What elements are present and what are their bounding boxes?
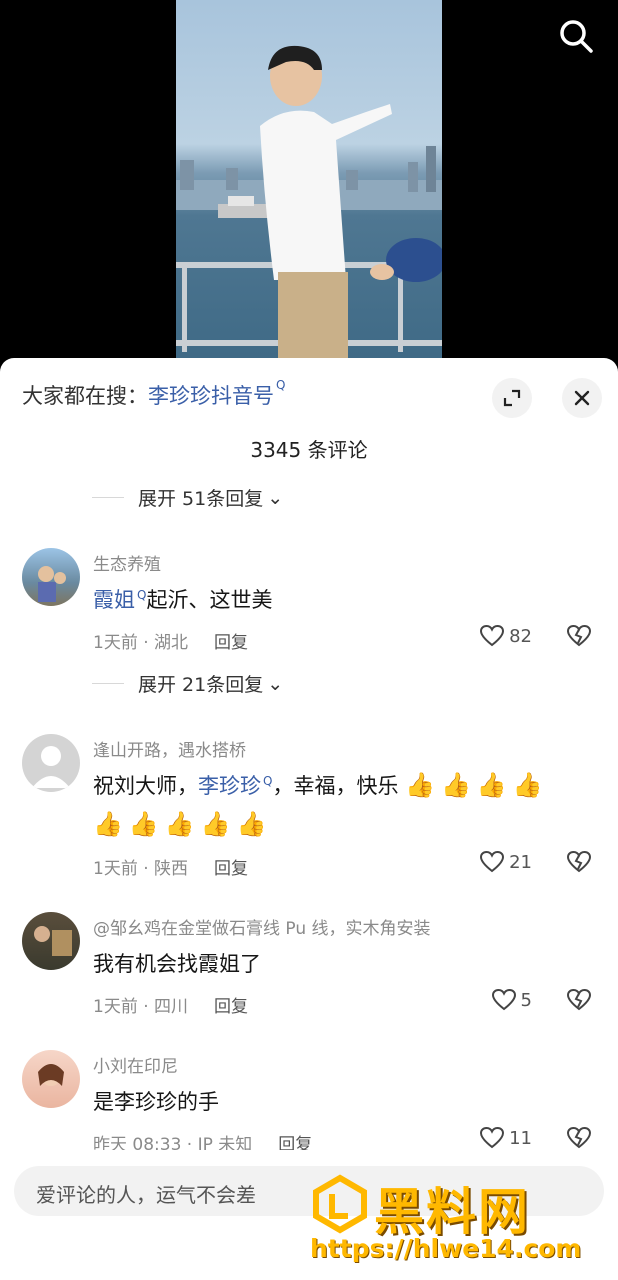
close-button[interactable] (562, 378, 602, 418)
comment-text-rest: 起沂、这世美 (146, 588, 273, 612)
comment-author[interactable]: 生态养殖 (93, 550, 161, 575)
heart-icon (480, 624, 505, 647)
thumbs-up-emoji: 👍 (476, 771, 507, 799)
broken-heart-icon (566, 624, 592, 647)
reply-button[interactable]: 回复 (214, 997, 248, 1017)
comment-sheet: 大家都在搜： 李珍珍抖音号 Q 3345 条评论 展开 51条回复 ⌄ 生态养殖… (0, 358, 618, 1280)
expand-label: 展开 51条回复 (138, 488, 264, 510)
chevron-down-icon: ⌄ (267, 672, 284, 695)
dislike-button[interactable] (566, 850, 592, 878)
like-count: 11 (509, 1127, 532, 1149)
search-sup-icon: Q (276, 378, 286, 392)
like-button[interactable]: 82 (479, 624, 532, 648)
search-hint-keyword[interactable]: 李珍珍抖音号 (148, 380, 274, 410)
mention-link[interactable]: 李珍珍 (198, 774, 261, 798)
like-count: 5 (520, 989, 532, 1011)
comment-author[interactable]: 逢山开路，遇水搭桥 (93, 736, 246, 761)
comment-author[interactable]: 小刘在印尼 (93, 1052, 178, 1077)
watermark: 黑料网 https://hlwe14.com (306, 1168, 606, 1272)
comment-text: 我有机会找霞姐了 (93, 952, 261, 976)
comment-text-line2: 👍 👍 👍 👍 👍 (93, 810, 272, 838)
collapse-icon (503, 389, 521, 407)
thumbs-up-emoji: 👍 (128, 810, 159, 838)
dislike-button[interactable] (566, 624, 592, 652)
watermark-url: https://hlwe14.com (310, 1234, 582, 1263)
comment-input-placeholder: 爱评论的人，运气不会差 (36, 1183, 256, 1207)
expand-replies-button[interactable]: 展开 51条回复 ⌄ (92, 484, 283, 511)
search-suggestion[interactable]: 大家都在搜： 李珍珍抖音号 Q (22, 378, 286, 410)
divider (92, 497, 124, 498)
chevron-down-icon: ⌄ (267, 486, 284, 509)
comment-time-location: 1天前 · 陕西 (93, 859, 189, 879)
like-count: 21 (509, 851, 532, 873)
collapse-button[interactable] (492, 378, 532, 418)
thumbs-up-emoji: 👍 (200, 810, 231, 838)
comment-meta: 1天前 · 四川 回复 (93, 992, 248, 1017)
thumbs-up-emoji: 👍 (164, 810, 195, 838)
avatar[interactable] (22, 548, 80, 606)
divider (92, 683, 124, 684)
comment-text: 霞姐 Q起沂、这世美 (93, 584, 272, 614)
avatar[interactable] (22, 734, 80, 792)
like-button[interactable]: 21 (479, 850, 532, 874)
expand-replies-button[interactable]: 展开 21条回复 ⌄ (92, 670, 283, 697)
comment-text-rest: ，幸福，快乐 (272, 774, 399, 798)
thumbs-up-emoji: 👍 (93, 810, 123, 838)
comment-time-location: 1天前 · 四川 (93, 997, 189, 1017)
like-count: 82 (509, 625, 532, 647)
comment-meta: 1天前 · 湖北 回复 (93, 628, 248, 653)
heart-icon (480, 1126, 505, 1149)
thumbs-up-emoji: 👍 (236, 810, 267, 838)
search-hint-prefix: 大家都在搜： (22, 384, 148, 408)
like-button[interactable]: 5 (491, 988, 532, 1012)
watermark-logo (313, 1174, 367, 1234)
mention-link[interactable]: 霞姐 (93, 588, 135, 612)
heart-icon (480, 850, 505, 873)
dislike-button[interactable] (566, 988, 592, 1016)
comment-count: 3345 条评论 (250, 438, 368, 462)
avatar[interactable] (22, 1050, 80, 1108)
like-button[interactable]: 11 (479, 1126, 532, 1150)
expand-label: 展开 21条回复 (138, 674, 264, 696)
broken-heart-icon (566, 988, 592, 1011)
close-icon (574, 390, 590, 406)
avatar[interactable] (22, 912, 80, 970)
video-scene (176, 45, 442, 360)
comment-text: 是李珍珍的手 (93, 1090, 219, 1114)
thumbs-up-emoji: 👍 (512, 771, 543, 799)
comment-text-start: 祝刘大师， (93, 774, 198, 798)
thumbs-up-emoji: 👍 (405, 771, 436, 799)
broken-heart-icon (566, 850, 592, 873)
heart-icon (491, 988, 516, 1011)
comment-meta: 1天前 · 陕西 回复 (93, 854, 248, 879)
search-icon[interactable] (556, 16, 596, 56)
thumbs-up-emoji: 👍 (441, 771, 471, 799)
reply-button[interactable]: 回复 (214, 633, 248, 653)
comment-time-location: 1天前 · 湖北 (93, 633, 189, 653)
comment-author[interactable]: @邹幺鸡在金堂做石膏线 Pu 线，实木角安装 (93, 914, 431, 939)
broken-heart-icon (566, 1126, 592, 1149)
reply-button[interactable]: 回复 (214, 859, 248, 879)
video-frame (176, 0, 442, 360)
comment-text: 祝刘大师，李珍珍 Q，幸福，快乐 👍 👍 👍 👍 (93, 770, 549, 800)
video-area[interactable] (0, 0, 618, 360)
